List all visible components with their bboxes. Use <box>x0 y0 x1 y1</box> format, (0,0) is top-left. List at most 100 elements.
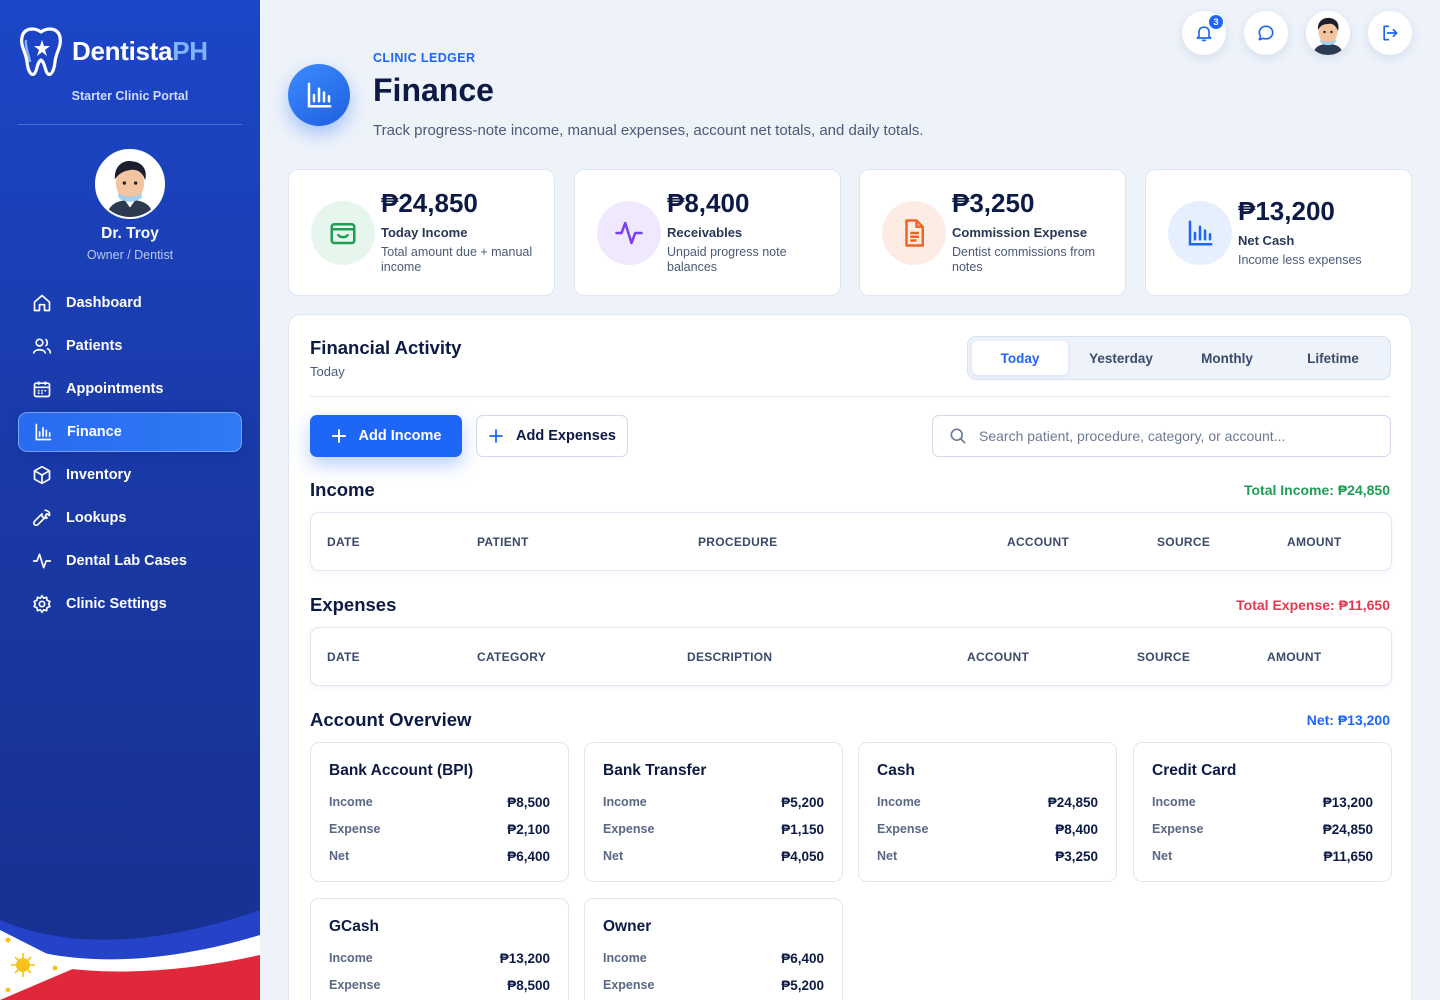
profile-avatar-button[interactable] <box>1306 11 1350 55</box>
sidebar-item-label: Finance <box>67 424 122 440</box>
sidebar-item-dashboard[interactable]: Dashboard <box>18 283 242 323</box>
account-row-income: Income ₱5,200 <box>603 793 824 811</box>
account-row-expense: Expense ₱24,850 <box>1152 820 1373 838</box>
philippine-flag-decoration <box>0 910 260 1000</box>
row-value: ₱4,050 <box>781 848 824 864</box>
avatar-illustration <box>97 151 163 217</box>
sidebar-item-label: Clinic Settings <box>66 596 167 612</box>
row-value: ₱5,200 <box>781 794 824 810</box>
row-value: ₱6,400 <box>507 848 550 864</box>
row-label: Expense <box>1152 822 1204 836</box>
sidebar-item-patients[interactable]: Patients <box>18 326 242 366</box>
avatar[interactable] <box>95 149 165 219</box>
account-row-net: Net ₱6,400 <box>329 847 550 865</box>
account-row-expense: Expense ₱5,200 <box>603 976 824 994</box>
wrench-icon <box>33 509 51 527</box>
stat-description: Unpaid progress note balances <box>667 245 787 274</box>
account-card-cash[interactable]: Cash Income ₱24,850 Expense ₱8,400 Net ₱3,2… <box>858 742 1117 882</box>
row-value: ₱1,150 <box>781 821 824 837</box>
notification-button[interactable]: 3 <box>1182 11 1226 55</box>
row-label: Income <box>329 795 373 809</box>
sidebar-item-dental-lab-cases[interactable]: Dental Lab Cases <box>18 541 242 581</box>
avatar <box>1306 11 1350 55</box>
row-label: Income <box>329 951 373 965</box>
user-role: Owner / Dentist <box>86 248 174 262</box>
account-overview-title: Account Overview <box>310 709 472 730</box>
sidebar-item-label: Dashboard <box>66 295 142 311</box>
row-label: Income <box>603 795 647 809</box>
column-header[interactable]: AMOUNT <box>1287 535 1341 549</box>
tab-lifetime[interactable]: Lifetime <box>1280 341 1386 375</box>
sidebar-item-lookups[interactable]: Lookups <box>18 498 242 538</box>
stat-description: Total amount due + manual income <box>381 245 533 274</box>
row-label: Expense <box>877 822 929 836</box>
logout-button[interactable] <box>1368 11 1412 55</box>
row-label: Expense <box>329 978 381 992</box>
search-input[interactable] <box>979 428 1369 444</box>
tab-monthly[interactable]: Monthly <box>1174 341 1280 375</box>
column-header[interactable]: PATIENT <box>477 535 529 549</box>
stat-label: Net Cash <box>1238 233 1295 248</box>
row-label: Net <box>1152 849 1173 863</box>
account-card-bank-bpi[interactable]: Bank Account (BPI) Income ₱8,500 Expense ₱… <box>310 742 569 882</box>
add-expenses-button[interactable]: Add Expenses <box>476 415 628 457</box>
stat-card-commission-expense: ₱3,250 Commission Expense Dentist commis… <box>859 169 1126 296</box>
column-header[interactable]: DATE <box>327 535 360 549</box>
account-card-gcash[interactable]: GCash Income ₱13,200 Expense ₱8,500 <box>310 898 569 1000</box>
column-header[interactable]: DESCRIPTION <box>687 650 772 664</box>
search-box[interactable] <box>932 415 1391 457</box>
stat-value: ₱24,850 <box>381 188 478 218</box>
box-icon <box>33 465 51 485</box>
account-row-expense: Expense ₱8,400 <box>877 820 1098 838</box>
column-header[interactable]: ACCOUNT <box>967 650 1029 664</box>
account-name: Cash <box>877 762 915 779</box>
messages-button[interactable] <box>1244 11 1288 55</box>
account-card-owner[interactable]: Owner Income ₱6,400 Expense ₱5,200 <box>584 898 843 1000</box>
sidebar-item-label: Appointments <box>66 381 164 397</box>
account-row-net: Net ₱11,650 <box>1152 847 1373 865</box>
account-card-bank-transfer[interactable]: Bank Transfer Income ₱5,200 Expense ₱1,150… <box>584 742 843 882</box>
add-income-button[interactable]: Add Income <box>310 415 462 457</box>
column-header[interactable]: PROCEDURE <box>698 535 777 549</box>
sidebar-item-inventory[interactable]: Inventory <box>18 455 242 495</box>
account-row-expense: Expense ₱2,100 <box>329 820 550 838</box>
sidebar-item-finance[interactable]: Finance <box>18 412 242 452</box>
search-icon <box>950 428 966 444</box>
stat-card-receivables: ₱8,400 Receivables Unpaid progress note … <box>574 169 841 296</box>
stat-label: Receivables <box>667 225 743 240</box>
brand[interactable]: DentistaPH <box>18 24 208 78</box>
tab-yesterday[interactable]: Yesterday <box>1068 341 1174 375</box>
column-header[interactable]: CATEGORY <box>477 650 546 664</box>
users-icon <box>32 338 52 354</box>
column-header[interactable]: AMOUNT <box>1267 650 1321 664</box>
column-header[interactable]: SOURCE <box>1157 535 1210 549</box>
row-label: Income <box>877 795 921 809</box>
row-label: Income <box>1152 795 1196 809</box>
row-value: ₱11,650 <box>1323 848 1373 864</box>
notification-badge: 3 <box>1208 14 1224 30</box>
row-label: Net <box>877 849 898 863</box>
account-row-expense: Expense ₱8,500 <box>329 976 550 994</box>
home-icon <box>33 294 51 312</box>
sidebar-item-clinic-settings[interactable]: Clinic Settings <box>18 584 242 624</box>
row-value: ₱3,250 <box>1055 848 1098 864</box>
add-expenses-label: Add Expenses <box>516 428 616 444</box>
sidebar-item-label: Dental Lab Cases <box>66 553 187 569</box>
sidebar-item-appointments[interactable]: Appointments <box>18 369 242 409</box>
column-header[interactable]: SOURCE <box>1137 650 1190 664</box>
tab-today[interactable]: Today <box>972 341 1068 375</box>
finance-header-icon <box>288 64 350 126</box>
row-value: ₱8,500 <box>507 977 550 993</box>
portal-label: Starter Clinic Portal <box>71 89 189 103</box>
activity-icon <box>32 553 52 569</box>
user-name: Dr. Troy <box>101 225 159 242</box>
tooth-logo-icon <box>20 27 62 77</box>
column-header[interactable]: DATE <box>327 650 360 664</box>
page-eyebrow: CLINIC LEDGER <box>373 51 476 65</box>
account-name: GCash <box>329 918 379 935</box>
column-header[interactable]: ACCOUNT <box>1007 535 1069 549</box>
account-card-credit-card[interactable]: Credit Card Income ₱13,200 Expense ₱24,850… <box>1133 742 1392 882</box>
income-table-header: DATE PATIENT PROCEDURE ACCOUNT SOURCE AM… <box>310 512 1392 571</box>
stat-description: Income less expenses <box>1238 253 1362 267</box>
row-label: Net <box>329 849 350 863</box>
